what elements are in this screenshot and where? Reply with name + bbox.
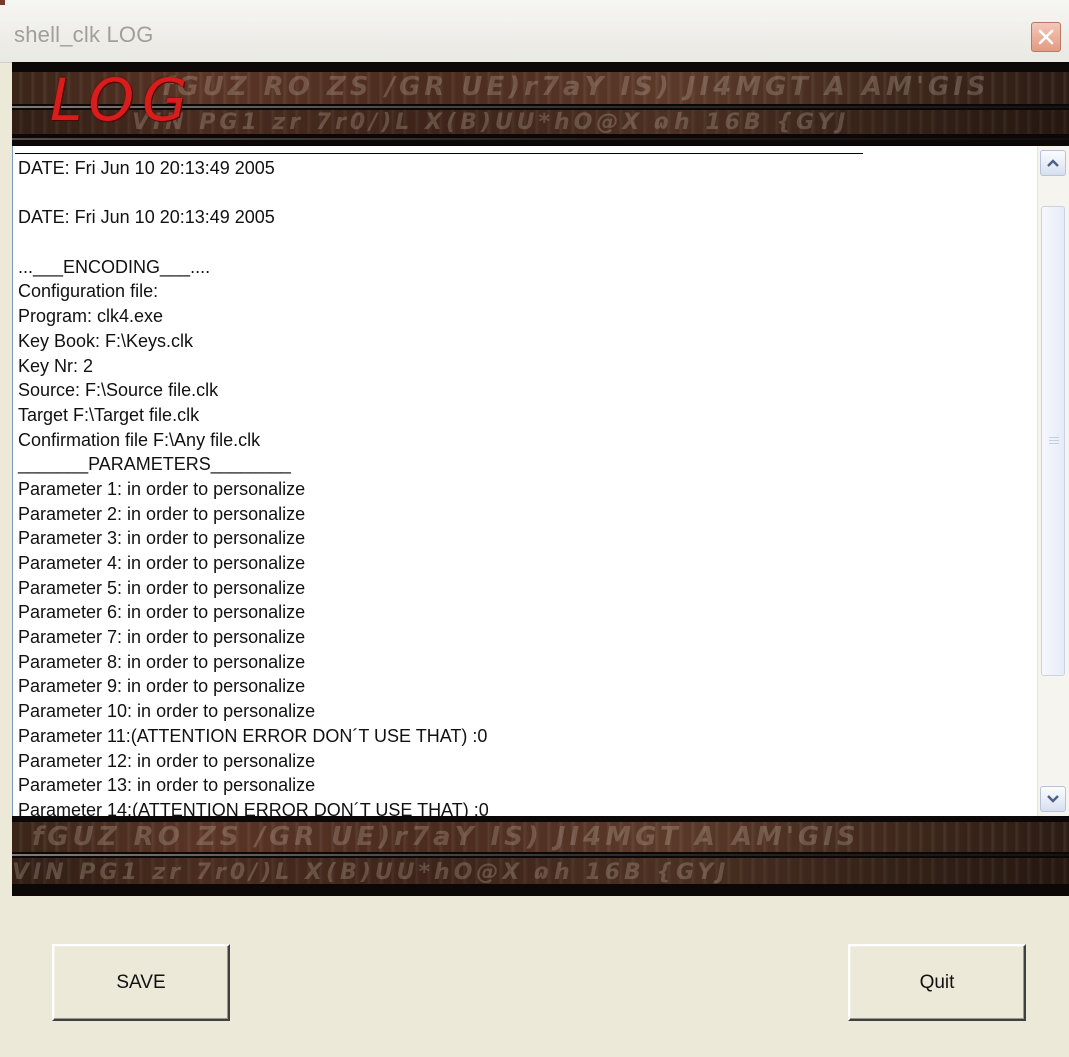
log-line: Program: clk4.exe — [18, 306, 164, 327]
log-logo: LOG — [50, 66, 196, 134]
log-line: Parameter 2: in order to personalize — [18, 503, 306, 524]
log-line: ...___ENCODING___.... — [18, 256, 211, 277]
save-button[interactable]: SAVE — [52, 944, 230, 1021]
log-window: shell_clk LOG fGUZ RO ZS /GR UE)r7aY IS)… — [0, 0, 1069, 1057]
close-button[interactable] — [1031, 22, 1061, 52]
scroll-down-button[interactable] — [1040, 786, 1066, 812]
log-line: DATE: Fri Jun 10 20:13:49 2005 — [18, 158, 275, 178]
banner-texture-glyphs: VIN PG1 zr 7r0/)L X(B)UU*hO@X ɷh 16B {GY… — [12, 860, 730, 885]
log-line: _______PARAMETERS________ — [18, 454, 291, 475]
log-banner-top: fGUZ RO ZS /GR UE)r7aY IS) JI4MGT A AM'G… — [12, 62, 1069, 146]
log-banner-bottom: fGUZ RO ZS /GR UE)r7aY IS) JI4MGT A AM'G… — [12, 816, 1069, 896]
quit-button[interactable]: Quit — [848, 944, 1026, 1021]
log-line: Parameter 5: in order to personalize — [18, 577, 306, 598]
log-line: Key Book: F:\Keys.clk — [18, 330, 194, 351]
log-line: Configuration file: — [18, 281, 159, 302]
log-line: Parameter 12: in order to personalize — [18, 750, 316, 771]
window-corner — [0, 0, 5, 5]
banner-streak — [12, 138, 1069, 140]
chevron-up-icon — [1047, 159, 1059, 167]
window-title: shell_clk LOG — [14, 22, 154, 47]
log-line: Parameter 13: in order to personalize — [18, 775, 316, 796]
log-line: Parameter 10: in order to personalize — [18, 701, 316, 722]
log-line: Parameter 3: in order to personalize — [18, 528, 306, 549]
log-line: Confirmation file F:\Any file.clk — [18, 429, 261, 450]
scroll-thumb[interactable] — [1041, 206, 1065, 676]
log-line: Parameter 8: in order to personalize — [18, 651, 306, 672]
log-line: Parameter 6: in order to personalize — [18, 602, 306, 623]
log-line: Parameter 4: in order to personalize — [18, 553, 306, 573]
log-textbox[interactable]: DATE: Fri Jun 10 20:13:49 2005 DATE: Fri … — [12, 146, 1069, 820]
log-line: Parameter 7: in order to personalize — [18, 627, 306, 648]
log-line: Target F:\Target file.clk — [18, 404, 200, 425]
scroll-up-button[interactable] — [1040, 150, 1066, 176]
log-line: Source: F:\Source file.clk — [18, 380, 219, 401]
banner-texture-glyphs: VIN PG1 zr 7r0/)L X(B)UU*hO@X ɷh 16B {GY… — [132, 110, 850, 135]
log-line: Key Nr: 2 — [18, 355, 94, 376]
log-line: Parameter 11:(ATTENTION ERROR DON´T USE … — [18, 725, 488, 746]
log-top-rule — [15, 153, 863, 154]
chevron-down-icon — [1047, 795, 1059, 803]
banner-streak — [12, 854, 1069, 856]
title-bar[interactable]: shell_clk LOG — [0, 0, 1069, 63]
close-x-icon — [1038, 29, 1054, 45]
banner-texture-glyphs: fGUZ RO ZS /GR UE)r7aY IS) JI4MGT A AM'G… — [162, 72, 990, 102]
log-content: DATE: Fri Jun 10 20:13:49 2005 DATE: Fri … — [18, 156, 1028, 823]
grip-lines-icon — [1049, 437, 1059, 445]
log-line: Parameter 1: in order to personalize — [18, 478, 306, 499]
log-line: Parameter 9: in order to personalize — [18, 676, 306, 697]
vertical-scrollbar[interactable] — [1037, 146, 1069, 816]
banner-texture-glyphs: fGUZ RO ZS /GR UE)r7aY IS) JI4MGT A AM'G… — [32, 822, 860, 852]
log-line: DATE: Fri Jun 10 20:13:49 2005 — [18, 207, 275, 228]
